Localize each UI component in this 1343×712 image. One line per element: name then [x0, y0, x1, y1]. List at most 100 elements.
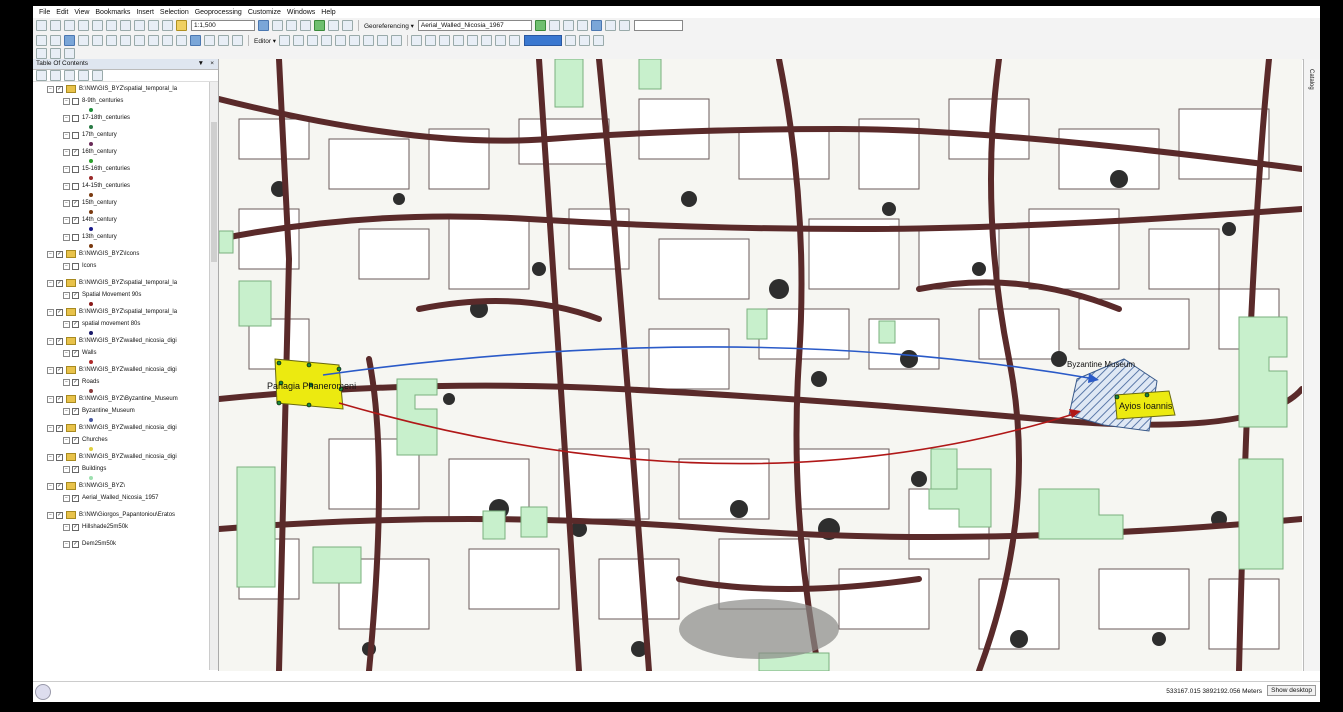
toc-layer-item[interactable]: − ✓ Spatial Movement 90s	[63, 290, 141, 300]
toggle-draft-mode-icon[interactable]	[565, 35, 577, 46]
toc-group-layer[interactable]: − ✓ B:\NW\GIS_BYZ\walled_nicosia_digi	[47, 365, 177, 375]
collapse-icon[interactable]: −	[63, 199, 70, 207]
attributes-icon[interactable]	[363, 35, 375, 46]
menu-geoprocessing[interactable]: Geoprocessing	[195, 9, 242, 16]
menu-edit[interactable]: Edit	[56, 9, 68, 16]
toc-group-layer[interactable]: − ✓ B:\NW\GIS_BYZ\walled_nicosia_digi	[47, 336, 177, 346]
new-document-icon[interactable]	[36, 20, 47, 31]
focus-data-frame-icon[interactable]	[579, 35, 591, 46]
visibility-checkbox[interactable]: ✓	[72, 216, 79, 224]
collapse-icon[interactable]: −	[47, 453, 54, 461]
visibility-checkbox[interactable]: ✓	[56, 482, 63, 490]
toc-layer-item[interactable]: − ✓ Byzantine_Museum	[63, 406, 135, 416]
redo-icon[interactable]	[162, 20, 173, 31]
copy-icon[interactable]	[106, 20, 117, 31]
menu-help[interactable]: Help	[321, 9, 335, 16]
toc-group-layer[interactable]: − ✓ B:\NW\GIS_BYZ\walled_nicosia_digi	[47, 452, 177, 462]
arctoolbox-icon[interactable]	[314, 20, 325, 31]
layout-fixed-zoom-in-icon[interactable]	[467, 35, 479, 46]
collapse-icon[interactable]: −	[63, 436, 70, 444]
print-icon[interactable]	[78, 20, 89, 31]
layout-zoom-out-icon[interactable]	[425, 35, 437, 46]
catalog-icon[interactable]	[286, 20, 297, 31]
find-icon[interactable]	[204, 35, 215, 46]
editor-menu[interactable]: Editor ▾	[254, 37, 276, 45]
rotate-icon[interactable]	[548, 20, 560, 31]
select-features-icon[interactable]	[148, 35, 159, 46]
visibility-checkbox[interactable]	[72, 131, 79, 139]
visibility-checkbox[interactable]	[72, 233, 79, 241]
toc-layer-item[interactable]: − 17th_century	[63, 130, 117, 140]
create-features-icon[interactable]	[391, 35, 403, 46]
toc-layer-item[interactable]: − 8-9th_centuries	[63, 96, 123, 106]
table-of-contents-icon[interactable]	[272, 20, 283, 31]
toc-layer-item[interactable]: − 15-16th_centuries	[63, 164, 130, 174]
show-desktop-button[interactable]: Show desktop	[1267, 685, 1316, 696]
rotate-feature-icon[interactable]	[349, 35, 361, 46]
layout-zoom-in-icon[interactable]	[411, 35, 423, 46]
toc-layer-item[interactable]: − ✓ 15th_century	[63, 198, 117, 208]
sketch-icon[interactable]	[307, 35, 319, 46]
visibility-checkbox[interactable]: ✓	[56, 395, 63, 403]
measure-icon[interactable]	[218, 35, 229, 46]
visibility-checkbox[interactable]: ✓	[72, 199, 79, 207]
toc-group-layer[interactable]: − ✓ B:\NW\GIS_BYZ\spatial_temporal_la	[47, 84, 177, 94]
paste-icon[interactable]	[120, 20, 131, 31]
collapse-icon[interactable]: −	[47, 85, 54, 93]
layout-fixed-zoom-out-icon[interactable]	[481, 35, 493, 46]
topology-icon[interactable]	[50, 48, 61, 59]
pan-icon[interactable]	[64, 35, 75, 46]
snapping-icon[interactable]	[64, 48, 75, 59]
visibility-checkbox[interactable]: ✓	[72, 320, 79, 328]
toc-layer-item[interactable]: − ✓ spatial movement 80s	[63, 319, 140, 329]
viewer-icon[interactable]	[604, 20, 616, 31]
visibility-checkbox[interactable]: ✓	[56, 279, 63, 287]
georeferencing-menu[interactable]: Georeferencing ▾	[364, 22, 414, 30]
toc-group-layer[interactable]: − ✓ B:\NW\GIS_BYZ\Icons	[47, 249, 139, 259]
toc-layer-item[interactable]: − ✓ Buildings	[63, 464, 106, 474]
add-data-icon[interactable]	[176, 20, 187, 31]
visibility-checkbox[interactable]: ✓	[56, 250, 63, 258]
list-by-selection-icon[interactable]	[78, 70, 89, 81]
edit-vertices-icon[interactable]	[36, 48, 47, 59]
collapse-icon[interactable]: −	[63, 378, 70, 386]
collapse-icon[interactable]: −	[63, 216, 70, 224]
collapse-icon[interactable]: −	[47, 250, 54, 258]
visibility-checkbox[interactable]: ✓	[72, 436, 79, 444]
change-layout-icon[interactable]	[593, 35, 605, 46]
toc-layer-item[interactable]: − ✓ Churches	[63, 435, 108, 445]
list-by-visibility-icon[interactable]	[64, 70, 75, 81]
layout-back-icon[interactable]	[495, 35, 507, 46]
fixed-zoom-in-icon[interactable]	[92, 35, 103, 46]
toc-options-icon[interactable]	[92, 70, 103, 81]
toolbar-options-icon[interactable]	[618, 20, 630, 31]
toc-pin-icon[interactable]: ▼	[198, 59, 204, 69]
toc-layer-item[interactable]: − ✓ Aerial_Walled_Nicosia_1957	[63, 493, 159, 503]
scale-icon[interactable]	[576, 20, 588, 31]
hyperlink-icon[interactable]	[232, 35, 243, 46]
visibility-checkbox[interactable]: ✓	[72, 523, 79, 531]
add-control-points-icon[interactable]	[534, 20, 546, 31]
map-view[interactable]: Panagia Phaneromeni Byzantine Museum Ayi…	[219, 59, 1302, 671]
collapse-icon[interactable]: −	[63, 494, 70, 502]
collapse-icon[interactable]: −	[63, 320, 70, 328]
identify-icon[interactable]	[190, 35, 201, 46]
toc-group-layer[interactable]: − ✓ B:\NW\GIS_BYZ\spatial_temporal_la	[47, 278, 177, 288]
fixed-zoom-out-icon[interactable]	[106, 35, 117, 46]
split-icon[interactable]	[335, 35, 347, 46]
cut-icon[interactable]	[92, 20, 103, 31]
menu-windows[interactable]: Windows	[287, 9, 315, 16]
start-icon[interactable]	[35, 684, 51, 700]
map-scale-field[interactable]: 1:1,500	[191, 20, 255, 31]
visibility-checkbox[interactable]: ✓	[72, 378, 79, 386]
visibility-checkbox[interactable]: ✓	[72, 291, 79, 299]
visibility-checkbox[interactable]: ✓	[56, 308, 63, 316]
select-elements-icon[interactable]	[176, 35, 187, 46]
toc-group-layer[interactable]: − ✓ B:\NW\Giorgos_Papantoniou\Eratos	[47, 510, 175, 520]
forward-icon[interactable]	[134, 35, 145, 46]
editor-toolbar-icon[interactable]	[258, 20, 269, 31]
collapse-icon[interactable]: −	[47, 308, 54, 316]
toc-layer-item[interactable]: − ✓ Dem25m50k	[63, 539, 116, 549]
visibility-checkbox[interactable]: ✓	[72, 349, 79, 357]
zoom-out-icon[interactable]	[50, 35, 61, 46]
